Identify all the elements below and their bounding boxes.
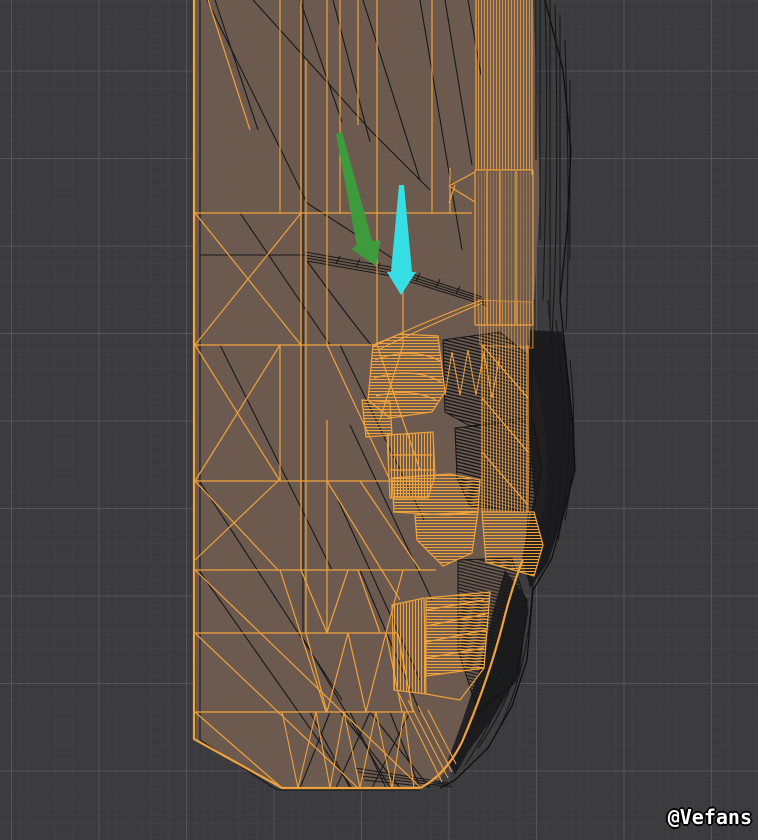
watermark: @Vefans: [668, 807, 752, 827]
viewport: @Vefans: [0, 0, 758, 840]
viewport-canvas[interactable]: [0, 0, 758, 840]
